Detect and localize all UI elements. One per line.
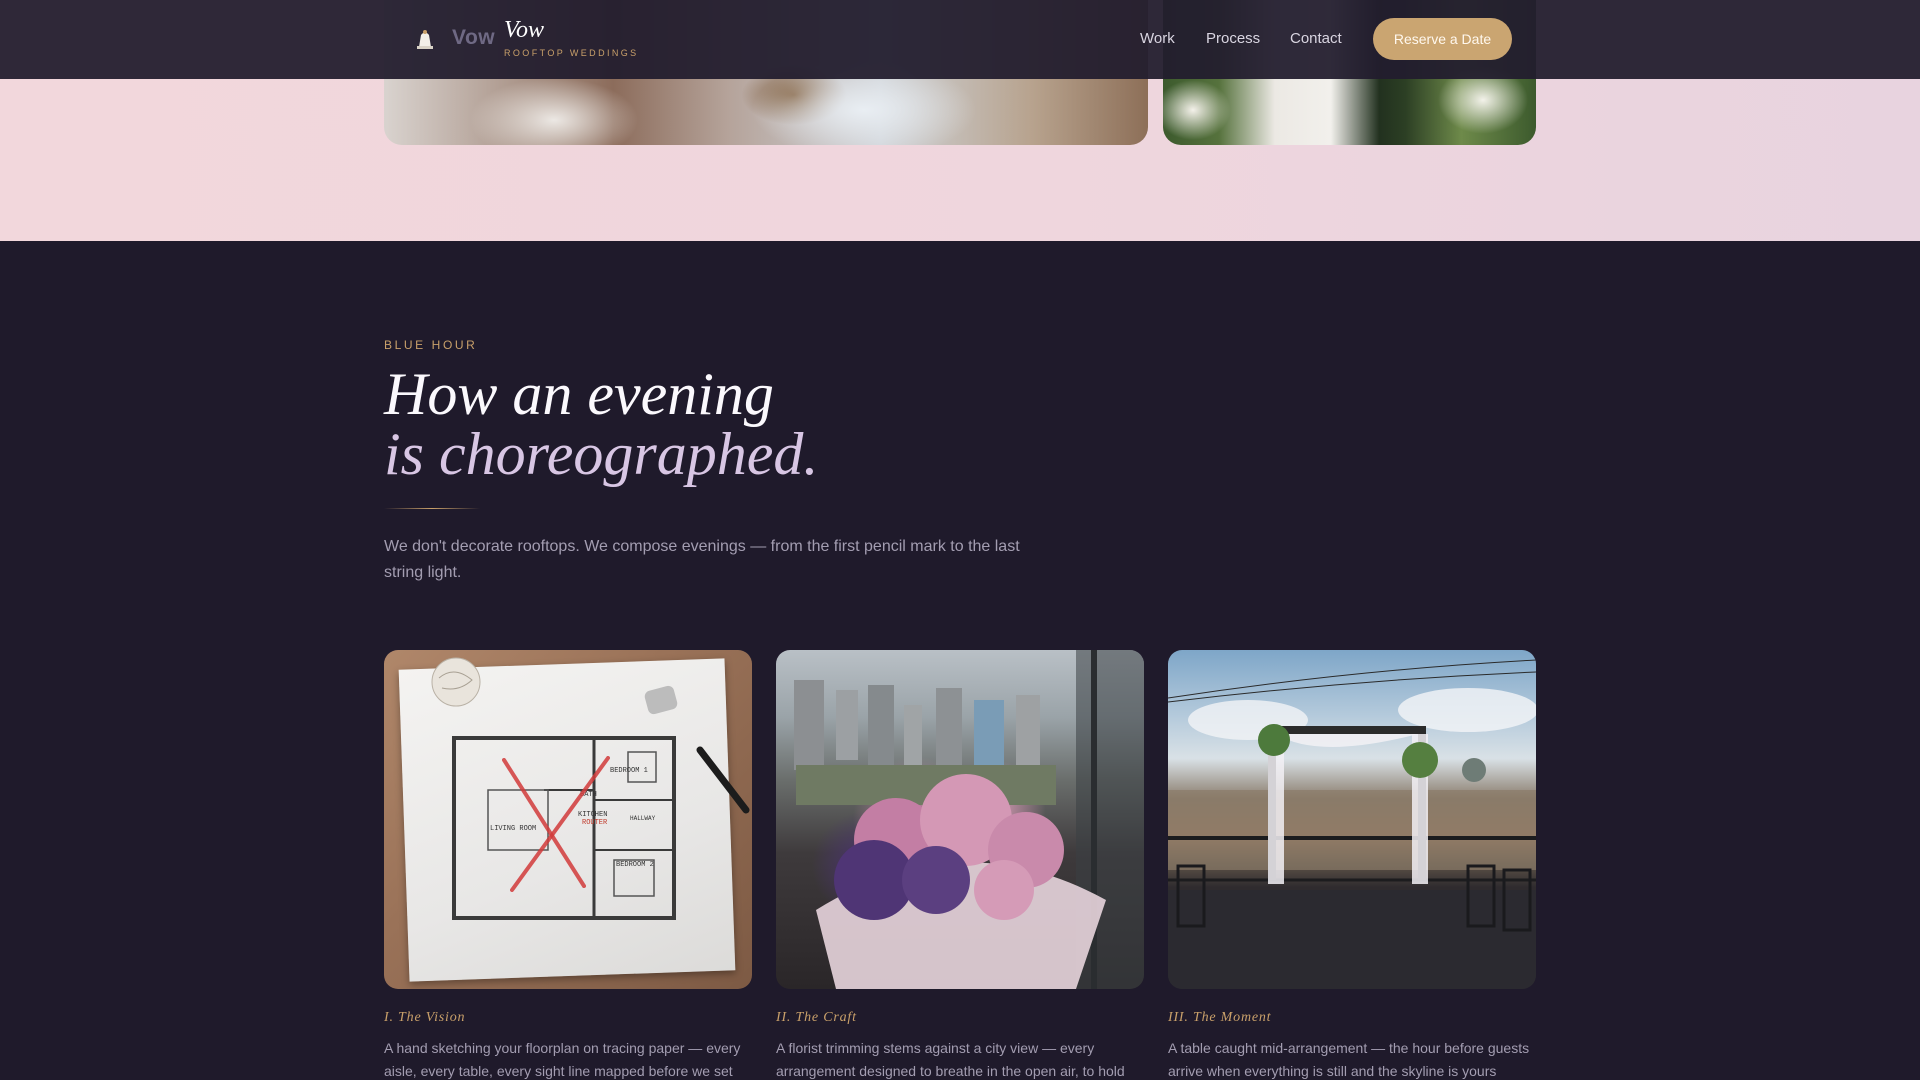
card-title: III. The Moment bbox=[1168, 1010, 1272, 1025]
bell-logo-icon bbox=[417, 30, 433, 49]
nav-link-process[interactable]: Process bbox=[1206, 30, 1260, 47]
floorplan-sketch: BEDROOM 1 BATH KITCHEN ROUTER HALLWAY LI… bbox=[431, 657, 750, 920]
label-living-room: LIVING ROOM bbox=[490, 825, 536, 833]
headline-line-1: How an evening bbox=[384, 361, 774, 427]
label-bedroom-1: BEDROOM 1 bbox=[610, 767, 648, 775]
card-title: I. The Vision bbox=[384, 1010, 466, 1025]
section-eyebrow: BLUE HOUR bbox=[384, 338, 478, 352]
brand-ghost-text: Vow bbox=[452, 26, 496, 49]
label-router: ROUTER bbox=[582, 819, 608, 827]
process-card-craft: II. The Craft A florist trimming stems a… bbox=[776, 650, 1144, 1080]
reserve-date-button[interactable]: Reserve a Date bbox=[1373, 18, 1512, 60]
card-title: II. The Craft bbox=[776, 1010, 857, 1025]
card-text: A table caught mid-arrangement — the hou… bbox=[1168, 1040, 1530, 1079]
label-hallway: HALLWAY bbox=[630, 815, 656, 822]
label-bedroom-2: BEDROOM 2 bbox=[616, 861, 654, 869]
section-headline: How an evening is choreographed. bbox=[384, 364, 818, 484]
label-kitchen: KITCHEN bbox=[578, 811, 607, 819]
city-bouquet-scene bbox=[794, 650, 1144, 989]
headline-line-2: is choreographed. bbox=[384, 421, 819, 487]
vision-photo: BEDROOM 1 BATH KITCHEN ROUTER HALLWAY LI… bbox=[384, 650, 752, 989]
nav-link-work[interactable]: Work bbox=[1140, 30, 1175, 47]
section-intro: We don't decorate rooftops. We compose e… bbox=[384, 538, 1020, 581]
gold-divider bbox=[384, 508, 480, 509]
rooftop-arch-scene bbox=[1168, 659, 1536, 989]
top-nav: Vow Vow ROOFTOP WEDDINGS Work Process Co… bbox=[0, 0, 1920, 79]
process-card-moment: III. The Moment A table caught mid-arran… bbox=[1168, 650, 1536, 1080]
brand-tagline: ROOFTOP WEDDINGS bbox=[504, 48, 639, 58]
moment-photo bbox=[1168, 650, 1536, 989]
card-text: A hand sketching your floorplan on traci… bbox=[384, 1040, 741, 1079]
nav-link-contact[interactable]: Contact bbox=[1290, 30, 1342, 47]
process-card-vision: BEDROOM 1 BATH KITCHEN ROUTER HALLWAY LI… bbox=[384, 650, 752, 1080]
card-text: A florist trimming stems against a city … bbox=[776, 1040, 1125, 1079]
brand-logo-link[interactable]: Vow bbox=[504, 17, 544, 44]
craft-photo bbox=[776, 650, 1144, 989]
